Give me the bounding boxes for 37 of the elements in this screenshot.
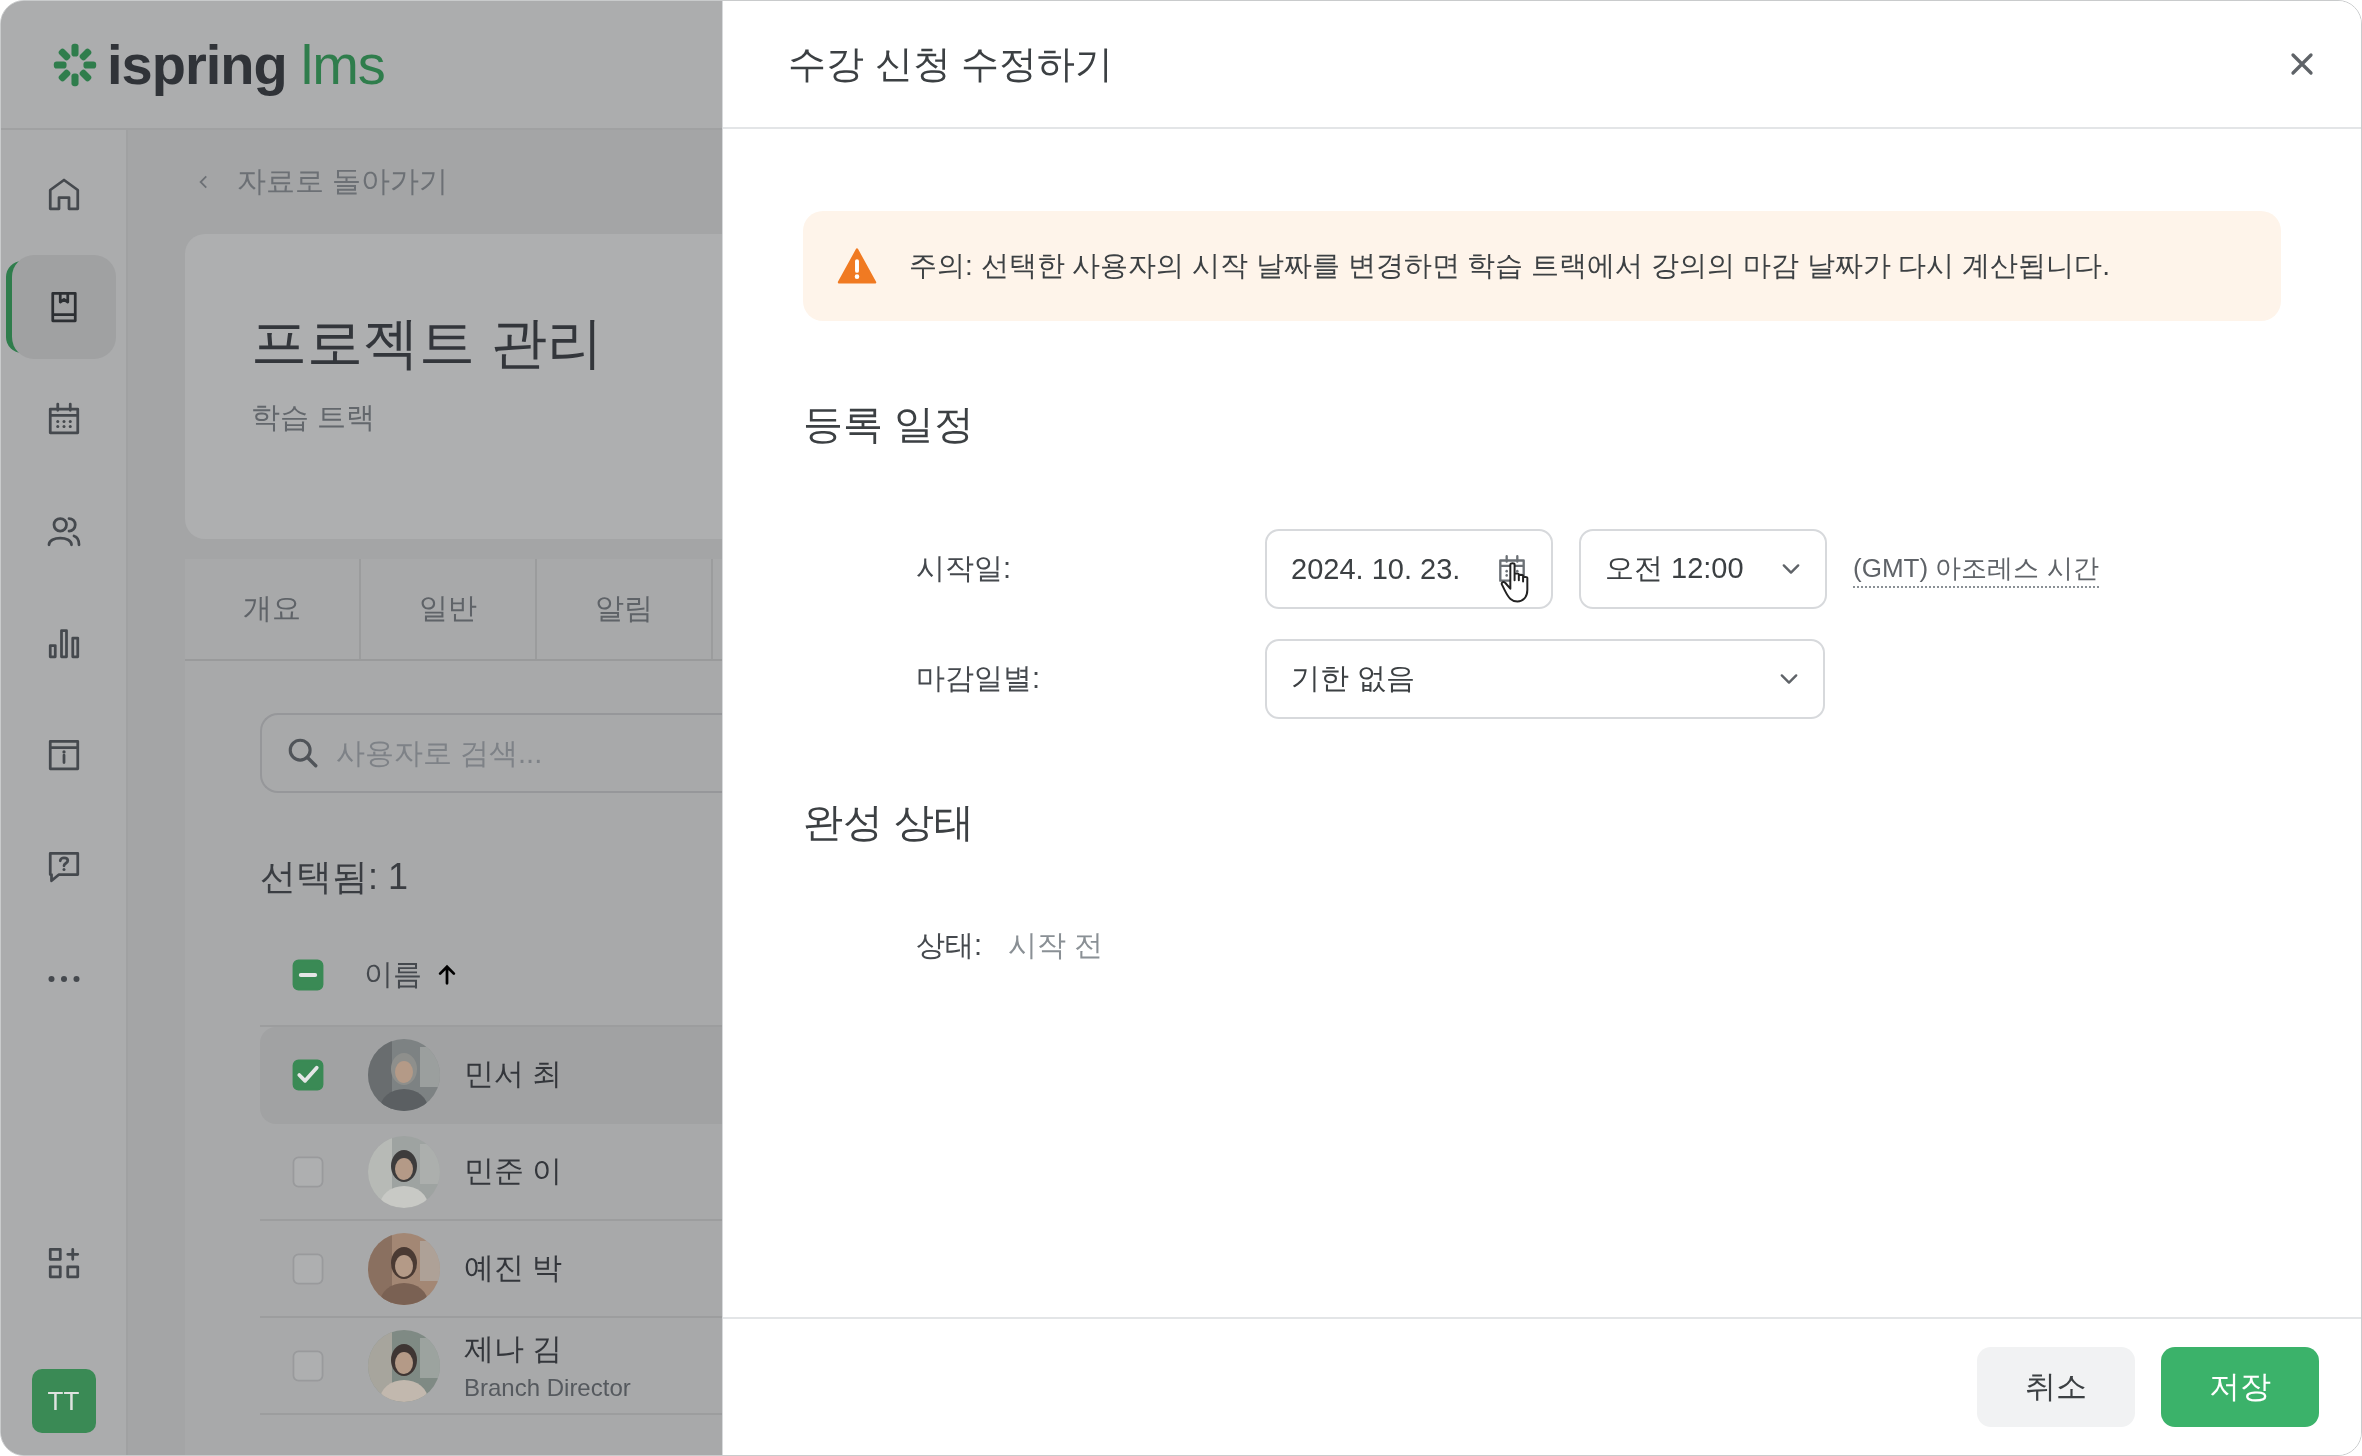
- table-row[interactable]: 예진 박: [260, 1221, 722, 1318]
- sidebar-item[interactable]: [11, 255, 116, 359]
- selected-count: 선택됨: 1: [260, 855, 410, 899]
- column-label: 이름: [364, 957, 422, 992]
- warning-icon: [837, 248, 877, 284]
- logo-text: ispring: [107, 32, 287, 97]
- field-label: 상태:: [916, 928, 983, 963]
- table-row[interactable]: 민준 이: [260, 1124, 722, 1221]
- deadline-dropdown[interactable]: 기한 없음: [1265, 639, 1825, 719]
- section-heading: 등록 일정: [803, 401, 976, 448]
- user-role: Branch Director: [464, 1374, 631, 1402]
- logo-text: lms: [300, 32, 385, 97]
- field-label: 시작일:: [916, 551, 1013, 586]
- section-heading: 완성 상태: [803, 799, 976, 846]
- checkbox[interactable]: [292, 959, 324, 991]
- user-name: 예진 박: [464, 1250, 563, 1286]
- column-header[interactable]: 이름: [364, 955, 458, 995]
- checkbox[interactable]: [292, 1058, 324, 1091]
- user-name: 제나 김: [464, 1331, 564, 1367]
- table-row[interactable]: 제나 김 Branch Director: [260, 1318, 722, 1415]
- user-name: 민서 최: [464, 1056, 563, 1092]
- user-name: 민준 이: [464, 1153, 563, 1189]
- search-icon: [286, 736, 320, 770]
- course-subtitle: 학습 트랙: [251, 400, 377, 435]
- field-label: 마감일별:: [916, 661, 1042, 696]
- save-button[interactable]: 저장: [2161, 1347, 2319, 1427]
- table-row[interactable]: 민서 최: [260, 1027, 722, 1124]
- dialog-title: 수강 신청 수정하기: [788, 41, 1114, 87]
- time-dropdown[interactable]: 오전 12:00: [1579, 529, 1827, 609]
- timezone-link[interactable]: (GMT) 아조레스 시간: [1853, 550, 2099, 588]
- date-field[interactable]: 2024. 10. 23.: [1265, 529, 1553, 609]
- warning-text: 주의: 선택한 사용자의 시작 날짜를 변경하면 학습 트랙에서 강의의 마감 날짜가 다시 계산됩니다.: [909, 249, 2110, 283]
- cancel-button[interactable]: 취소: [1977, 1347, 2135, 1427]
- status-value: 시작 전: [1008, 928, 1104, 963]
- user-avatar[interactable]: TT: [31, 1369, 96, 1433]
- course-title: 프로젝트 관리: [251, 310, 604, 376]
- sort-arrow-icon[interactable]: [436, 964, 458, 986]
